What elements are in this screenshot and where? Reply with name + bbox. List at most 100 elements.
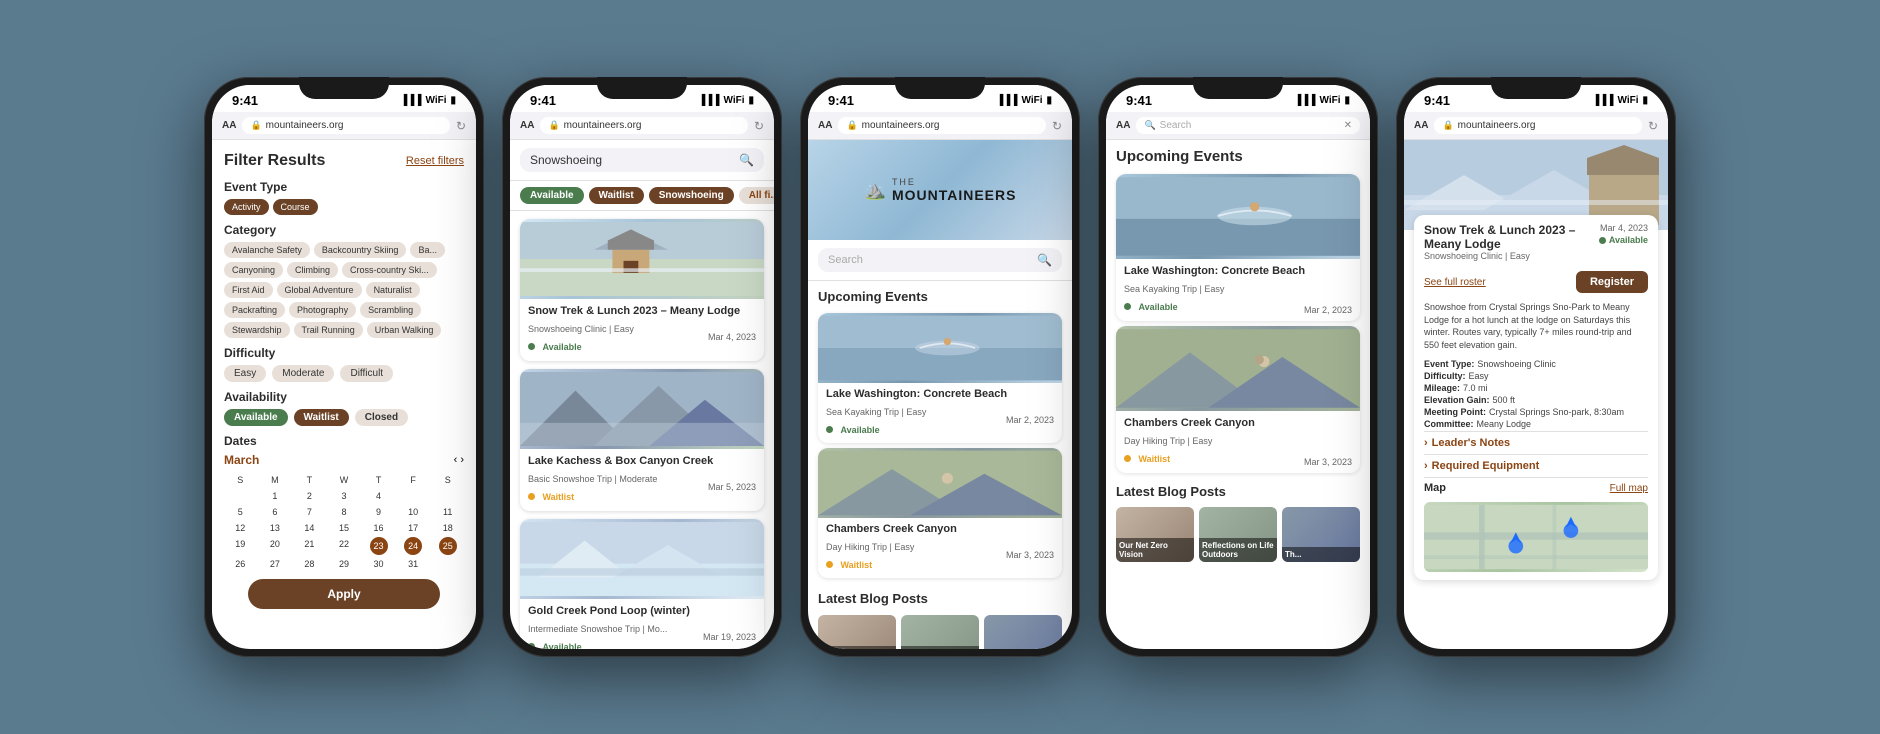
month-nav-arrows[interactable]: ‹ › — [454, 454, 464, 466]
cal-d30[interactable]: 30 — [362, 557, 395, 571]
cal-d19[interactable]: 19 — [224, 537, 257, 555]
result-card-1[interactable]: Snow Trek & Lunch 2023 – Meany Lodge Sno… — [520, 219, 764, 361]
url-bar-2[interactable]: 🔒 mountaineers.org — [540, 117, 747, 134]
blog-thumb-1[interactable]: Our Net Zero Vision — [818, 615, 896, 649]
cal-d21[interactable]: 21 — [293, 537, 326, 555]
tag-course[interactable]: Course — [273, 199, 318, 215]
register-button[interactable]: Register — [1576, 271, 1648, 293]
chip-waitlist[interactable]: Waitlist — [589, 187, 644, 204]
tag-naturalist[interactable]: Naturalist — [366, 282, 420, 298]
detail-screen: Snow Trek & Lunch 2023 – Meany Lodge Sno… — [1404, 140, 1668, 649]
event-card-kayak[interactable]: Lake Washington: Concrete Beach Sea Kaya… — [818, 313, 1062, 443]
reload-icon-2[interactable]: ↻ — [754, 119, 764, 133]
cal-d3[interactable]: 3 — [328, 489, 361, 503]
blog-thumb-3[interactable]: Th... — [984, 615, 1062, 649]
cal-d13[interactable]: 13 — [259, 521, 292, 535]
tag-trail[interactable]: Trail Running — [294, 322, 363, 338]
cal-d10[interactable]: 10 — [397, 505, 430, 519]
avail-closed[interactable]: Closed — [355, 409, 408, 426]
cal-d15[interactable]: 15 — [328, 521, 361, 535]
blog-thumb-4b[interactable]: Reflections on Life Outdoors — [1199, 507, 1277, 562]
search-input-box-2[interactable]: Snowshoeing 🔍 — [520, 148, 764, 172]
tag-photography[interactable]: Photography — [289, 302, 356, 318]
cal-d29[interactable]: 29 — [328, 557, 361, 571]
reload-icon-5[interactable]: ↻ — [1648, 119, 1658, 133]
cal-d12[interactable]: 12 — [224, 521, 257, 535]
cal-d31[interactable]: 31 — [397, 557, 430, 571]
chip-all[interactable]: All fi... — [739, 187, 774, 204]
cal-d17[interactable]: 17 — [397, 521, 430, 535]
cal-d23[interactable]: 23 — [370, 537, 388, 555]
diff-moderate[interactable]: Moderate — [272, 365, 334, 382]
apply-button[interactable]: Apply — [248, 579, 440, 609]
blog-thumb-4c[interactable]: Th... — [1282, 507, 1360, 562]
see-roster-link[interactable]: See full roster — [1424, 277, 1486, 288]
cal-d8[interactable]: 8 — [328, 505, 361, 519]
tag-urban[interactable]: Urban Walking — [367, 322, 442, 338]
tag-ba[interactable]: Ba... — [410, 242, 445, 258]
battery-icon-5: ▮ — [1642, 95, 1648, 106]
leaders-notes-link[interactable]: › Leader's Notes — [1424, 431, 1648, 454]
cal-d9[interactable]: 9 — [362, 505, 395, 519]
reload-icon-1[interactable]: ↻ — [456, 119, 466, 133]
cal-d20[interactable]: 20 — [259, 537, 292, 555]
diff-difficult[interactable]: Difficult — [340, 365, 393, 382]
avail-available[interactable]: Available — [224, 409, 288, 426]
url-bar-5[interactable]: 🔒 mountaineers.org — [1434, 117, 1641, 134]
blog-thumb-4a[interactable]: Our Net Zero Vision — [1116, 507, 1194, 562]
tag-crosscountry[interactable]: Cross-country Ski... — [342, 262, 437, 278]
browser-aa-2[interactable]: AA — [520, 120, 534, 131]
cal-d1[interactable]: 1 — [259, 489, 292, 503]
event-list-kayak[interactable]: Lake Washington: Concrete Beach Sea Kaya… — [1116, 174, 1360, 321]
event-list-canyon[interactable]: Chambers Creek Canyon Day Hiking Trip | … — [1116, 326, 1360, 473]
cal-d26[interactable]: 26 — [224, 557, 257, 571]
avail-waitlist[interactable]: Waitlist — [294, 409, 349, 426]
cal-d18[interactable]: 18 — [431, 521, 464, 535]
cal-d22[interactable]: 22 — [328, 537, 361, 555]
cal-d16[interactable]: 16 — [362, 521, 395, 535]
event-card-hiking[interactable]: Chambers Creek Canyon Day Hiking Trip | … — [818, 448, 1062, 578]
chip-available[interactable]: Available — [520, 187, 584, 204]
reset-filters-link[interactable]: Reset filters — [406, 155, 464, 167]
cal-d11[interactable]: 11 — [431, 505, 464, 519]
cal-d25[interactable]: 25 — [439, 537, 457, 555]
tag-packrafting[interactable]: Packrafting — [224, 302, 285, 318]
tag-canyoning[interactable]: Canyoning — [224, 262, 283, 278]
url-bar-4[interactable]: 🔍 Search ✕ — [1136, 117, 1360, 134]
cal-d28[interactable]: 28 — [293, 557, 326, 571]
cal-d27[interactable]: 27 — [259, 557, 292, 571]
result-card-2[interactable]: Lake Kachess & Box Canyon Creek Basic Sn… — [520, 369, 764, 511]
browser-aa-3[interactable]: AA — [818, 120, 832, 131]
tag-activity[interactable]: Activity — [224, 199, 269, 215]
home-search-box[interactable]: Search 🔍 — [818, 248, 1062, 272]
blog-label-4a: Our Net Zero Vision — [1116, 538, 1194, 562]
diff-easy[interactable]: Easy — [224, 365, 266, 382]
cal-d24[interactable]: 24 — [404, 537, 422, 555]
browser-aa-1[interactable]: AA — [222, 120, 236, 131]
url-bar-1[interactable]: 🔒 mountaineers.org — [242, 117, 449, 134]
tag-stewardship[interactable]: Stewardship — [224, 322, 290, 338]
tag-global[interactable]: Global Adventure — [277, 282, 362, 298]
cal-d14[interactable]: 14 — [293, 521, 326, 535]
required-equipment-link[interactable]: › Required Equipment — [1424, 454, 1648, 477]
full-map-link[interactable]: Full map — [1610, 483, 1648, 494]
tag-firstaid[interactable]: First Aid — [224, 282, 273, 298]
tag-scrambling[interactable]: Scrambling — [360, 302, 421, 318]
search-input-2[interactable]: Snowshoeing — [530, 153, 733, 167]
result-card-3[interactable]: Gold Creek Pond Loop (winter) Intermedia… — [520, 519, 764, 649]
url-bar-3[interactable]: 🔒 mountaineers.org — [838, 117, 1045, 134]
cal-d7[interactable]: 7 — [293, 505, 326, 519]
tag-backcountry[interactable]: Backcountry Skiing — [314, 242, 407, 258]
tag-climbing[interactable]: Climbing — [287, 262, 338, 278]
browser-aa-5[interactable]: AA — [1414, 120, 1428, 131]
browser-aa-4[interactable]: AA — [1116, 120, 1130, 131]
cal-d5[interactable]: 5 — [224, 505, 257, 519]
map-placeholder[interactable] — [1424, 502, 1648, 572]
tag-avalanche[interactable]: Avalanche Safety — [224, 242, 310, 258]
blog-thumb-2[interactable]: Reflections on Life Outdoors — [901, 615, 979, 649]
cal-d6[interactable]: 6 — [259, 505, 292, 519]
cal-d4[interactable]: 4 — [362, 489, 395, 503]
cal-d2[interactable]: 2 — [293, 489, 326, 503]
reload-icon-3[interactable]: ↻ — [1052, 119, 1062, 133]
chip-snowshoeing[interactable]: Snowshoeing — [649, 187, 734, 204]
